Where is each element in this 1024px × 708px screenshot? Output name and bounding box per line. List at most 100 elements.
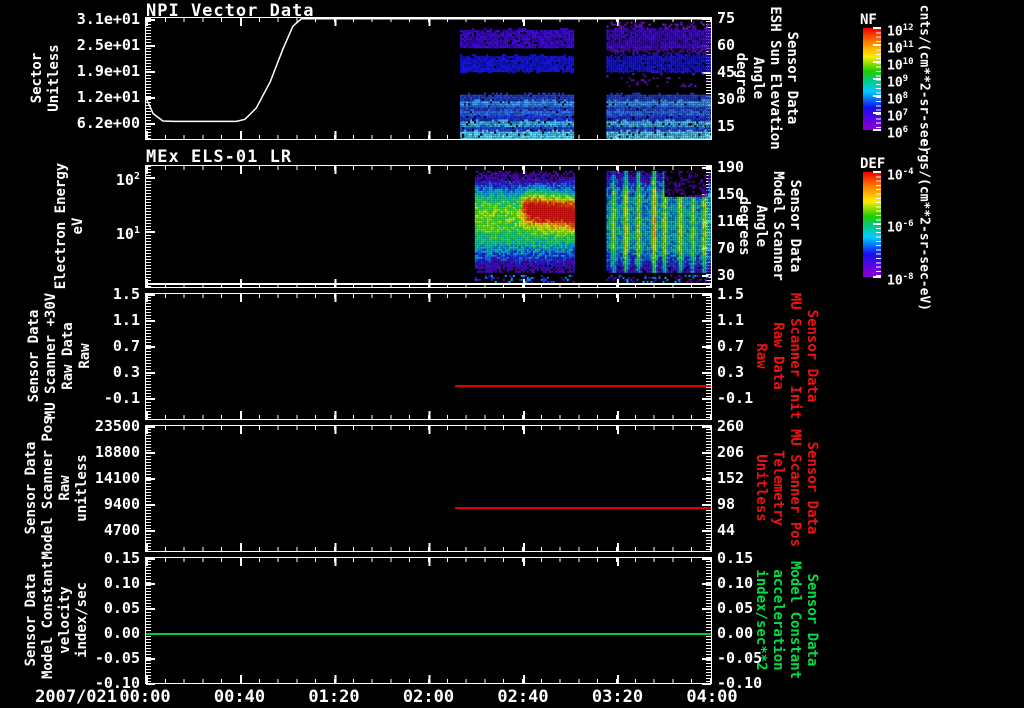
exponent: 1 [133, 225, 140, 236]
p5-right-axis-title-line: index/sec**2 [753, 569, 769, 671]
major-tick [702, 683, 711, 685]
p3-left-axis-title-line: Raw Data [60, 322, 76, 390]
x-tick-label: 03:20 [591, 687, 644, 707]
p2-right-axis-title-line: Sensor Data [787, 179, 803, 273]
major-tick [702, 452, 711, 454]
p2-right-tick-label: 70 [717, 239, 736, 257]
p3-left-axis-title: Sensor Data MU Scanner +30V Raw Data Raw [26, 293, 94, 419]
p4-right-axis-title-line: Sensor Data [804, 441, 820, 535]
major-tick [146, 478, 155, 480]
major-tick [146, 426, 155, 428]
colorbar-major-tick [873, 171, 881, 173]
p3-left-axis-title-line: MU Scanner +30V [43, 292, 59, 420]
major-tick [702, 478, 711, 480]
major-tick [146, 398, 155, 400]
panel4-plot-area [145, 425, 712, 552]
exponent: -6 [902, 219, 914, 229]
p1-right-axis-title-line: ESH Sun Elevation [767, 6, 783, 150]
model-constant-acceleration-line [146, 633, 711, 635]
p1-left-tick-label: 1.9e+01 [76, 62, 140, 80]
exponent: 7 [902, 108, 909, 118]
major-tick [146, 583, 155, 585]
p1-left-tick-label: 6.2e+00 [76, 114, 140, 132]
x-tick-label: 01:20 [308, 687, 360, 707]
p4-left-axis-title: Sensor Data Model Scanner Pos Raw unitless [23, 416, 91, 559]
exponent: 11 [902, 40, 914, 50]
major-tick [702, 372, 711, 374]
p1-left-tick-label: 1.2e+01 [76, 88, 140, 106]
p3-right-axis-title-line: MU Scanner Init [787, 292, 803, 420]
colorbar-major-tick [873, 44, 881, 46]
colorbar-tick-label: 109 [887, 74, 909, 91]
axis-ticks [146, 294, 151, 419]
colorbar-major-tick [873, 61, 881, 63]
p3-right-axis-title-line: Raw Data [770, 322, 786, 390]
p2-left-axis-title: Electron Energy eV [53, 163, 87, 289]
p4-right-axis-title: Sensor Data MU Scanner Pos Telemetry Unitle… [752, 429, 820, 547]
major-tick [146, 683, 155, 685]
major-tick [146, 558, 155, 560]
axis-ticks [146, 558, 711, 566]
p2-right-tick-label: 30 [717, 266, 736, 284]
colorbar-title: NF [860, 12, 877, 28]
p4-right-axis-title-line: MU Scanner Pos [787, 428, 803, 548]
npi-sector-spectrogram [146, 18, 711, 139]
p4-left-axis-title-line: Raw [57, 475, 73, 501]
p5-left-axis-title: Sensor Data Model Constant velocity index/s… [23, 561, 91, 679]
panel2-plot-area [145, 165, 712, 288]
colorbar-major-tick [873, 112, 881, 114]
major-tick [702, 530, 711, 532]
exponent: -4 [902, 167, 914, 177]
major-tick [702, 558, 711, 560]
multi-panel-time-series-plot: NPI Vector Data MEx ELS-01 LR 2007/021 3… [0, 0, 1024, 708]
major-tick [702, 608, 711, 610]
mu-scanner-pos-line [455, 507, 711, 510]
x-tick-label: 02:00 [402, 687, 455, 707]
p4-right-tick-label: 206 [717, 443, 745, 461]
p5-right-axis-title-line: Model Constant [787, 560, 803, 680]
colorbar-tick-label: 107 [887, 108, 909, 125]
p2-right-axis-title-line: degrees [736, 196, 752, 256]
p3-left-axis-title-line: Raw [77, 343, 93, 369]
colorbar-title: DEF [860, 156, 886, 172]
p4-right-tick-label: 98 [717, 495, 736, 513]
major-tick [146, 530, 155, 532]
p2-right-axis-title-line: Model Scanner [770, 171, 786, 281]
major-tick [702, 294, 711, 296]
p3-right-tick-label: -0.1 [717, 389, 754, 407]
major-tick [146, 608, 155, 610]
p3-right-tick-label: 1.5 [717, 285, 745, 303]
p5-right-tick-label: 0.10 [717, 574, 754, 592]
panel2-white-line [146, 283, 711, 285]
axis-ticks [146, 675, 711, 683]
p1-right-axis-title-line: degree [733, 52, 749, 104]
colorbar-tick-label: 108 [887, 91, 909, 108]
major-tick [702, 426, 711, 428]
p2-left-axis-title-line: eV [70, 217, 86, 235]
major-tick [702, 504, 711, 506]
x-tick-label: 00:00 [119, 687, 171, 707]
panel2-title: MEx ELS-01 LR [146, 147, 293, 167]
exponent: 9 [902, 74, 909, 84]
p5-left-axis-title-line: index/sec [74, 582, 90, 658]
p5-right-tick-label: 0.15 [717, 549, 754, 567]
major-tick [702, 583, 711, 585]
p4-right-axis-title-line: Telemetry [770, 450, 786, 526]
p5-left-axis-title-line: Sensor Data [23, 573, 39, 667]
panel1-plot-area [145, 17, 712, 140]
colorbar-unit-label: ergs/(cm**2-sr-sec-eV) [916, 138, 932, 311]
axis-ticks [706, 294, 711, 419]
p3-right-axis-title-line: Sensor Data [804, 309, 820, 403]
axis-ticks [146, 426, 151, 551]
p5-right-tick-label: 0.00 [717, 624, 754, 642]
panel5-plot-area [145, 557, 712, 685]
major-tick [146, 320, 155, 322]
major-tick [146, 504, 155, 506]
major-tick [146, 294, 155, 296]
axis-ticks [146, 426, 711, 434]
p5-left-axis-title-line: Model Constant [40, 560, 56, 680]
exponent: 8 [902, 91, 909, 101]
p1-left-axis-title-line: Unitless [46, 44, 62, 112]
x-tick-label: 04:00 [686, 687, 738, 707]
exponent: 2 [133, 171, 140, 182]
